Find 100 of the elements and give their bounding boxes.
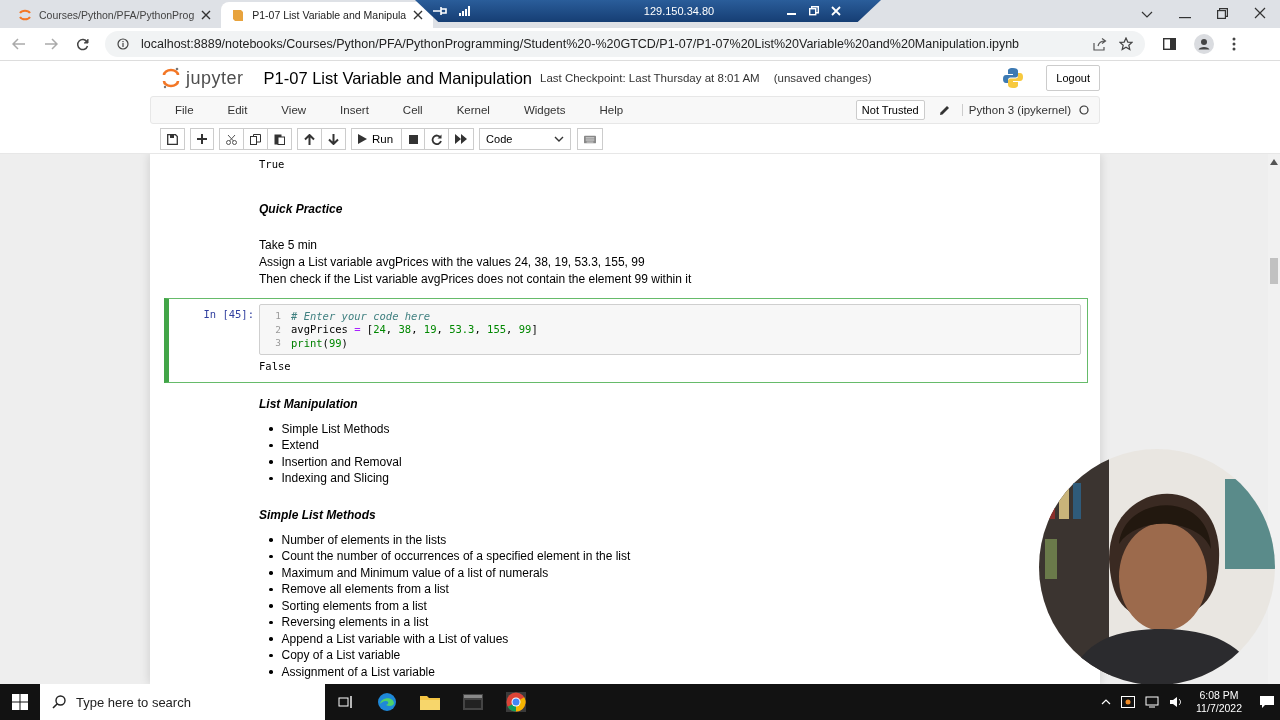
- scrollbar-thumb[interactable]: [1270, 258, 1278, 284]
- keyboard-button[interactable]: [577, 128, 604, 150]
- bullet-icon: [269, 653, 273, 657]
- list-item: Copy of a List variable: [281, 648, 401, 663]
- pencil-icon[interactable]: [938, 104, 950, 116]
- arrow-up-icon: [304, 133, 315, 145]
- list-item: Sorting elements from a list: [281, 598, 427, 613]
- share-icon[interactable]: [1093, 37, 1107, 51]
- logout-button[interactable]: Logout: [1046, 65, 1100, 91]
- save-button[interactable]: [160, 128, 185, 150]
- bullet-icon: [269, 554, 273, 558]
- code-editor[interactable]: 1 # Enter your code here 2 avgPrices = [24, 38, 19, 53.3, 155, 99] 3 print(99): [259, 304, 1081, 355]
- task-view-icon[interactable]: [338, 695, 354, 709]
- clock-date[interactable]: 11/7/2022: [1196, 702, 1242, 715]
- menu-item[interactable]: Widgets: [515, 104, 574, 116]
- bullet-icon: [269, 604, 273, 608]
- jupyter-favicon-icon: [18, 8, 32, 22]
- close-icon[interactable]: [413, 10, 424, 20]
- cut-button[interactable]: [219, 128, 244, 150]
- input-prompt: In [45]:: [202, 307, 254, 320]
- paste-button[interactable]: [267, 128, 292, 150]
- list-item: Reversing elements in a list: [281, 615, 429, 630]
- menu-item[interactable]: Help: [591, 104, 632, 116]
- menu-item[interactable]: Insert: [332, 104, 377, 116]
- add-cell-button[interactable]: [190, 128, 214, 150]
- paragraph-line: Assign a List variable avgPrices with the values 24, 38, 19, 53.3, 155, 99: [259, 254, 646, 271]
- list-item: Count the number of occurrences of a specified element in the list: [281, 549, 631, 564]
- search-icon: [52, 695, 66, 709]
- browser-tab[interactable]: Courses/Python/PFA/PythonProg: [8, 2, 222, 28]
- camera-app-icon[interactable]: [1121, 696, 1136, 708]
- code-cell[interactable]: In [45]: 1 # Enter your code here 2 avgPrices = [24, 38, 19, 53.3, 155, 99] 3 print(99) False: [164, 298, 1088, 383]
- reload-icon[interactable]: [76, 37, 89, 51]
- scroll-up-icon[interactable]: [1270, 159, 1278, 165]
- info-icon[interactable]: [117, 38, 129, 50]
- star-icon[interactable]: [1119, 37, 1133, 51]
- terminal-window-icon[interactable]: [463, 694, 483, 710]
- jupyter-logo-icon[interactable]: [162, 67, 180, 89]
- side-panel-icon[interactable]: [1163, 38, 1176, 50]
- scissors-icon: [226, 133, 237, 145]
- maximize-icon[interactable]: [1217, 8, 1228, 19]
- chrome-browser-icon[interactable]: [506, 692, 526, 712]
- trust-button[interactable]: Not Trusted: [855, 100, 925, 120]
- folder-icon[interactable]: [420, 694, 440, 710]
- bullet-icon: [269, 538, 273, 542]
- run-button[interactable]: Run: [351, 128, 403, 150]
- notification-icon[interactable]: [1259, 695, 1275, 709]
- close-icon[interactable]: [201, 10, 212, 20]
- list-item: Indexing and Slicing: [281, 471, 389, 486]
- paste-icon: [274, 133, 285, 145]
- book-icon: [231, 8, 246, 22]
- chevron-up-icon[interactable]: [1101, 699, 1112, 705]
- keyboard-icon: [584, 134, 597, 144]
- move-down-button[interactable]: [321, 128, 346, 150]
- windows-start-icon[interactable]: [12, 694, 28, 710]
- taskbar-search-field[interactable]: Type here to search: [40, 684, 325, 720]
- line-number: 1: [274, 310, 281, 322]
- restart-button[interactable]: [424, 128, 450, 150]
- restore-icon[interactable]: [809, 6, 819, 16]
- paragraph-line: Take 5 min: [259, 237, 319, 254]
- play-icon: [358, 134, 367, 144]
- arrow-down-icon: [328, 133, 339, 145]
- paragraph-line: Then check if the List variable avgPrices does not contain the element 99 within it: [259, 271, 693, 288]
- menu-item[interactable]: Edit: [219, 104, 256, 116]
- clock-time[interactable]: 6:08 PM: [1199, 689, 1239, 702]
- volume-icon[interactable]: [1169, 696, 1184, 708]
- notebook-title[interactable]: P1-07 List Variable and Manipulation: [263, 68, 532, 88]
- cell-type-dropdown[interactable]: Code: [479, 128, 572, 150]
- bullet-icon: [269, 460, 273, 464]
- code-line: avgPrices = [24, 38, 19, 53.3, 155, 99]: [291, 323, 538, 336]
- browser-tab[interactable]: P1-07 List Variable and Manipula: [221, 2, 434, 28]
- address-field[interactable]: localhost:8889/notebooks/Courses/Python/PFA/PythonProgramming/Student%20-%20GTCD/P1-07/P1-07%20List%20Variable%20and%20Manipulation.ipynb: [105, 31, 1145, 57]
- close-icon[interactable]: [1254, 7, 1266, 19]
- list-item: Extend: [281, 438, 319, 453]
- cell-output: False: [259, 359, 292, 374]
- bullet-icon: [269, 443, 273, 447]
- minimize-icon[interactable]: [1179, 17, 1191, 19]
- move-up-button[interactable]: [297, 128, 322, 150]
- copy-button[interactable]: [243, 128, 268, 150]
- profile-icon[interactable]: [1194, 34, 1214, 54]
- list-item: Append a List variable with a List of values: [281, 631, 509, 646]
- plus-icon: [197, 134, 207, 144]
- jupyter-logo-text[interactable]: jupyter: [186, 67, 244, 89]
- list-item: Insertion and Removal: [281, 454, 402, 469]
- menu-item[interactable]: File: [167, 104, 202, 116]
- network-icon[interactable]: [1145, 696, 1160, 708]
- menu-item[interactable]: Kernel: [448, 104, 498, 116]
- list-item: Number of elements in the lists: [281, 532, 447, 547]
- fast-forward-button[interactable]: [448, 128, 475, 150]
- bullet-icon: [269, 620, 273, 624]
- menu-item[interactable]: Cell: [394, 104, 431, 116]
- pin-icon[interactable]: [433, 6, 447, 16]
- edge-browser-icon[interactable]: [377, 692, 397, 712]
- menu-item[interactable]: View: [273, 104, 315, 116]
- list-item: Assignment of a List variable: [281, 664, 435, 679]
- section-heading: List Manipulation: [259, 396, 359, 411]
- chevron-down-icon[interactable]: [1141, 11, 1153, 19]
- stop-button[interactable]: [401, 128, 426, 150]
- remote-address: 129.150.34.80: [642, 5, 716, 17]
- kernel-name[interactable]: Python 3 (ipykernel): [961, 104, 1071, 116]
- menu-icon[interactable]: [1232, 37, 1236, 51]
